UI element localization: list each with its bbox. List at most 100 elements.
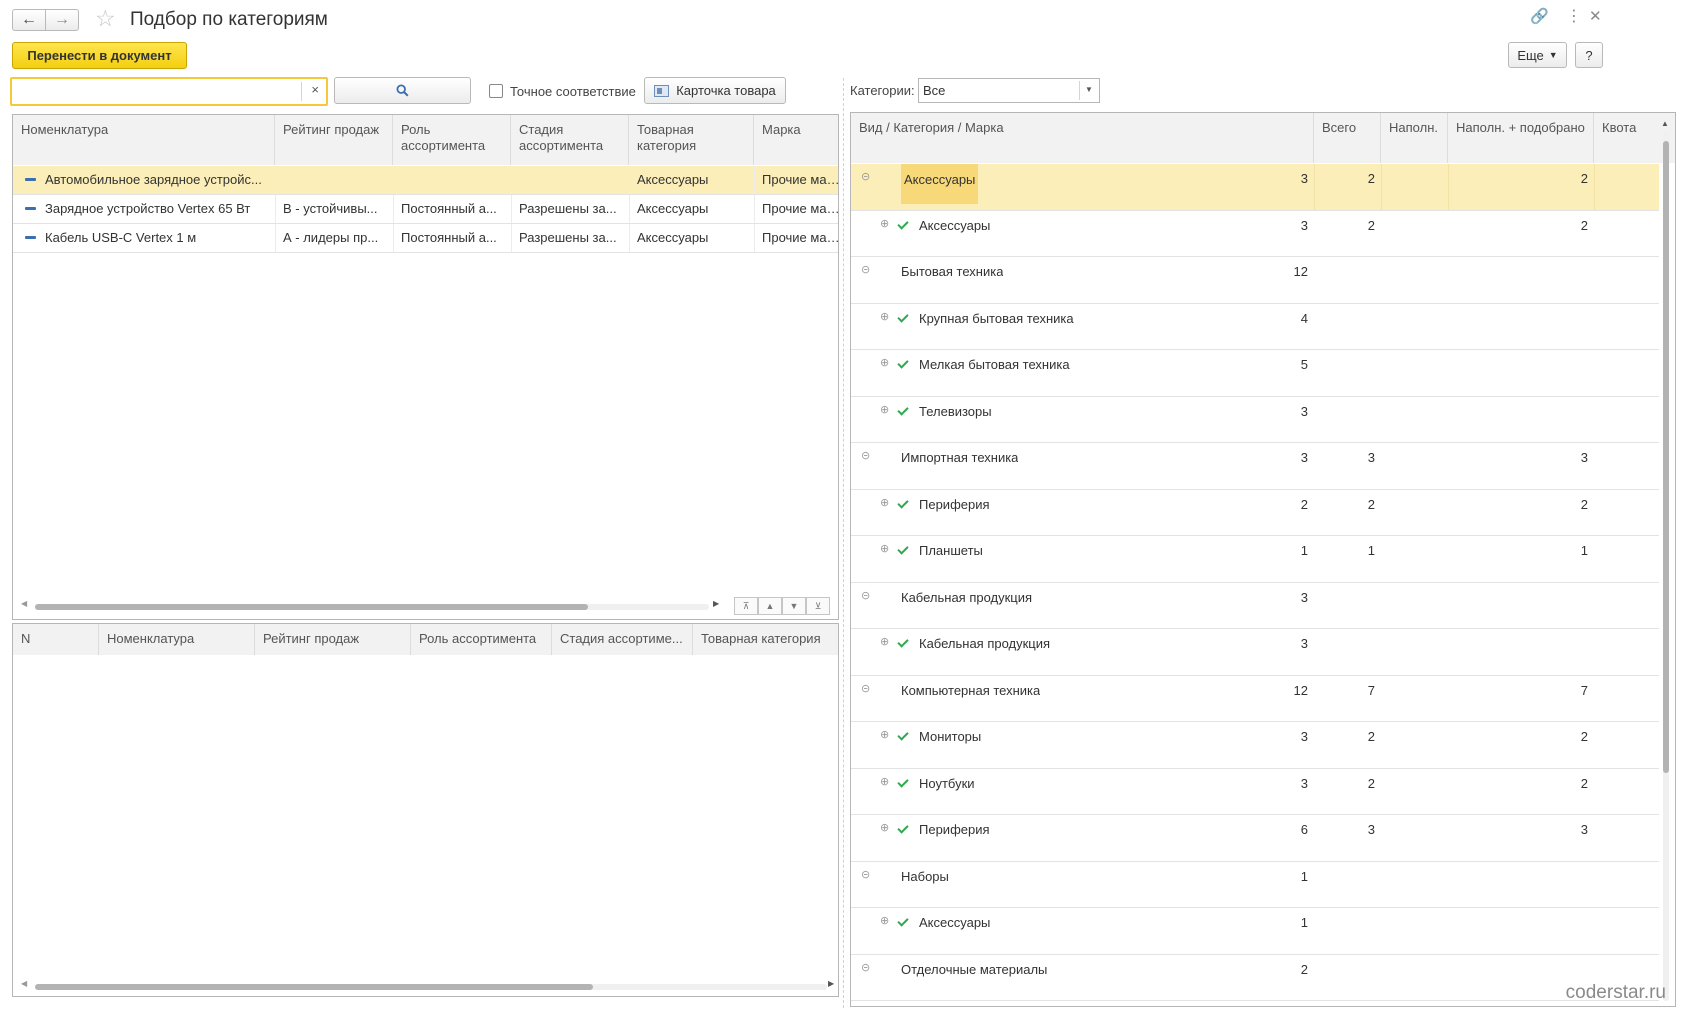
- expand-icon[interactable]: ⊕: [880, 730, 889, 741]
- help-button[interactable]: ?: [1575, 42, 1603, 68]
- more-menu-button[interactable]: Еще ▼: [1508, 42, 1567, 68]
- collapse-icon[interactable]: ⊝: [861, 869, 870, 881]
- tree-item-row[interactable]: [851, 1001, 1659, 1006]
- selected-col-stage[interactable]: Стадия ассортиме...: [552, 624, 693, 655]
- move-up-button[interactable]: ▲: [758, 597, 782, 615]
- product-card-button[interactable]: Карточка товара: [644, 77, 786, 104]
- move-bottom-button[interactable]: ⊻: [806, 597, 830, 615]
- expand-icon[interactable]: ⊕: [880, 311, 889, 323]
- vertical-splitter[interactable]: [843, 78, 844, 1008]
- tree-value-filled: 2: [1367, 171, 1375, 186]
- tree-col-total[interactable]: Всего: [1314, 113, 1381, 163]
- expand-icon[interactable]: ⊕: [880, 497, 889, 509]
- tree-value-filled-picked: 2: [1580, 171, 1588, 186]
- cell-separator: [1381, 862, 1382, 909]
- catalog-col-name[interactable]: Номенклатура: [13, 115, 275, 165]
- tree-group-row[interactable]: [851, 862, 1659, 909]
- tree-value-filled-picked: 3: [1580, 822, 1588, 837]
- collapse-icon[interactable]: ⊝: [861, 962, 870, 974]
- cell-separator: [1314, 1001, 1315, 1006]
- cell-separator: [1314, 722, 1315, 769]
- tree-node-label: Компьютерная техника: [901, 682, 1041, 698]
- collapse-icon[interactable]: ⊝: [861, 265, 870, 276]
- back-button[interactable]: ←: [12, 9, 46, 31]
- item-marker-icon: [25, 207, 36, 210]
- cell-separator: [1381, 490, 1382, 537]
- collapse-icon[interactable]: ⊝: [861, 683, 870, 695]
- catalog-cell-name: Автомобильное зарядное устройс...: [45, 172, 262, 187]
- catalog-scroll-thumb[interactable]: [35, 604, 588, 610]
- cell-separator: [1314, 397, 1315, 444]
- collapse-icon[interactable]: ⊝: [861, 451, 870, 462]
- tree-col-name[interactable]: Вид / Категория / Марка: [851, 113, 1314, 163]
- move-top-button[interactable]: ⊼: [734, 597, 758, 615]
- search-button[interactable]: [334, 77, 471, 104]
- search-input[interactable]: [16, 82, 306, 101]
- search-field[interactable]: ×: [10, 77, 328, 106]
- link-icon[interactable]: 🔗: [1530, 9, 1549, 24]
- selected-col-role[interactable]: Роль ассортимента: [411, 624, 552, 655]
- selected-col-category[interactable]: Товарная категория: [693, 624, 838, 655]
- tree-node-label: Аксессуары: [919, 915, 991, 930]
- tree-col-filled[interactable]: Наполн.: [1381, 113, 1448, 163]
- tree-node-label: Бытовая техника: [901, 264, 1004, 279]
- tree-value-filled-picked: 3: [1580, 450, 1588, 465]
- clear-icon[interactable]: ×: [311, 82, 319, 97]
- exact-match-checkbox[interactable]: [489, 84, 503, 98]
- more-menu-label: Еще: [1517, 47, 1544, 63]
- scroll-right-arrow-icon[interactable]: ▶: [828, 979, 834, 988]
- forward-button[interactable]: →: [45, 9, 79, 31]
- selected-col-rating[interactable]: Рейтинг продаж: [255, 624, 411, 655]
- tree-node-label: Периферия: [919, 822, 990, 837]
- cell-separator: [1381, 583, 1382, 630]
- categories-filter-select[interactable]: Все ▼: [918, 78, 1100, 103]
- favorite-star-icon[interactable]: ☆: [95, 7, 116, 30]
- move-down-button[interactable]: ▼: [782, 597, 806, 615]
- cell-separator: [1381, 629, 1382, 676]
- expand-icon[interactable]: ⊕: [880, 544, 889, 555]
- expand-icon[interactable]: ⊕: [880, 916, 889, 927]
- catalog-col-brand[interactable]: Марка: [754, 115, 838, 165]
- expand-icon[interactable]: ⊕: [880, 218, 889, 230]
- selected-col-name[interactable]: Номенклатура: [99, 624, 255, 655]
- tree-col-filled-picked[interactable]: Наполн. + подобрано: [1448, 113, 1594, 163]
- cell-separator: [1594, 211, 1595, 258]
- scroll-right-arrow-icon[interactable]: ▶: [713, 599, 719, 608]
- cell-separator: [1448, 583, 1449, 630]
- tree-value-filled-picked: 7: [1580, 682, 1588, 698]
- collapse-icon[interactable]: ⊝: [861, 172, 870, 183]
- catalog-col-role[interactable]: Роль ассортимента: [393, 115, 511, 165]
- close-icon[interactable]: ✕: [1589, 9, 1602, 24]
- expand-icon[interactable]: ⊕: [880, 823, 889, 834]
- scroll-left-arrow-icon[interactable]: ◀: [21, 979, 27, 988]
- catalog-col-rating[interactable]: Рейтинг продаж: [275, 115, 393, 165]
- selected-scroll-thumb[interactable]: [35, 984, 593, 990]
- expand-icon[interactable]: ⊕: [880, 637, 889, 648]
- chevron-down-icon[interactable]: ▼: [1085, 85, 1093, 94]
- cell-separator: [1448, 490, 1449, 537]
- transfer-to-document-button[interactable]: Перенести в документ: [12, 42, 187, 69]
- tree-value-total: 6: [1300, 822, 1308, 837]
- cell-separator: [1381, 1001, 1382, 1006]
- scroll-left-arrow-icon[interactable]: ◀: [21, 599, 27, 608]
- product-card-label: Карточка товара: [676, 83, 776, 98]
- cell-separator: [1314, 769, 1315, 816]
- scroll-up-arrow-icon[interactable]: ▲: [1661, 119, 1669, 128]
- collapse-icon[interactable]: ⊝: [861, 590, 870, 602]
- cell-separator: [1381, 536, 1382, 583]
- expand-icon[interactable]: ⊕: [880, 776, 889, 788]
- more-vertical-icon[interactable]: ⋮: [1566, 9, 1582, 25]
- catalog-col-stage[interactable]: Стадия ассортимента: [511, 115, 629, 165]
- cell-separator: [1448, 815, 1449, 862]
- tree-scroll-thumb[interactable]: [1663, 141, 1669, 773]
- product-card-icon: [654, 84, 670, 97]
- select-divider: [1079, 81, 1080, 100]
- tree-value-filled-picked: 2: [1580, 496, 1588, 512]
- cell-separator: [1314, 955, 1315, 1002]
- expand-icon[interactable]: ⊕: [880, 358, 889, 369]
- tree-value-total: 3: [1300, 636, 1308, 651]
- cell-separator: [1448, 955, 1449, 1002]
- expand-icon[interactable]: ⊕: [880, 404, 889, 416]
- catalog-col-category[interactable]: Товарная категория: [629, 115, 754, 165]
- selected-col-n[interactable]: N: [13, 624, 99, 655]
